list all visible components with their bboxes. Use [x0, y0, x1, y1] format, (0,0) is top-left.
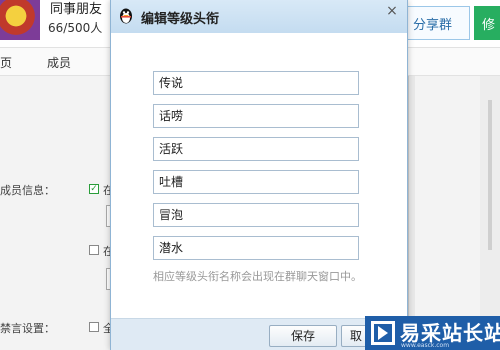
hint-text: 相应等级头衔名称会出现在群聊天窗口中。 — [153, 270, 362, 283]
level-title-input-6[interactable]: 潜水 — [153, 236, 359, 260]
mute-all-checkbox[interactable] — [89, 322, 99, 332]
dialog-titlebar[interactable]: 编辑等级头衔 × — [111, 0, 407, 33]
mute-settings-label: 禁言设置： — [0, 322, 55, 335]
save-button[interactable]: 保存 — [269, 325, 337, 347]
level-title-input-2[interactable]: 话唠 — [153, 104, 359, 128]
group-avatar[interactable] — [0, 0, 40, 40]
site-logo-icon — [371, 321, 395, 345]
watermark-subtext: www.easck.com — [401, 342, 450, 349]
option-checkbox[interactable] — [89, 245, 99, 255]
tab-home[interactable]: 页 — [0, 54, 12, 71]
edit-level-titles-dialog: 编辑等级头衔 × 传说 话唠 活跃 吐槽 冒泡 潜水 相应等级头衔名称会出现在群… — [110, 0, 408, 350]
group-name: 同事朋友 — [50, 2, 103, 17]
level-title-input-1[interactable]: 传说 — [153, 71, 359, 95]
member-info-checkbox[interactable]: ✓ — [89, 184, 99, 194]
dialog-body: 传说 话唠 活跃 吐槽 冒泡 潜水 相应等级头衔名称会出现在群聊天窗口中。 — [111, 33, 407, 318]
scrollbar-thumb[interactable] — [488, 100, 492, 250]
close-icon[interactable]: × — [381, 2, 403, 20]
tab-members[interactable]: 成员 — [47, 54, 71, 71]
site-watermark: 易采站长站 www.easck.com — [365, 316, 500, 350]
level-title-input-3[interactable]: 活跃 — [153, 137, 359, 161]
member-info-label: 成员信息： — [0, 184, 55, 197]
dialog-title: 编辑等级头衔 — [141, 12, 220, 27]
edit-group-button[interactable]: 修 — [474, 6, 500, 40]
panel-edge — [408, 76, 415, 350]
member-count: 66/500人 — [48, 21, 103, 35]
level-title-input-5[interactable]: 冒泡 — [153, 203, 359, 227]
level-title-input-4[interactable]: 吐槽 — [153, 170, 359, 194]
dialog-footer: 保存 取 — [111, 318, 407, 350]
qq-penguin-icon — [120, 8, 132, 24]
